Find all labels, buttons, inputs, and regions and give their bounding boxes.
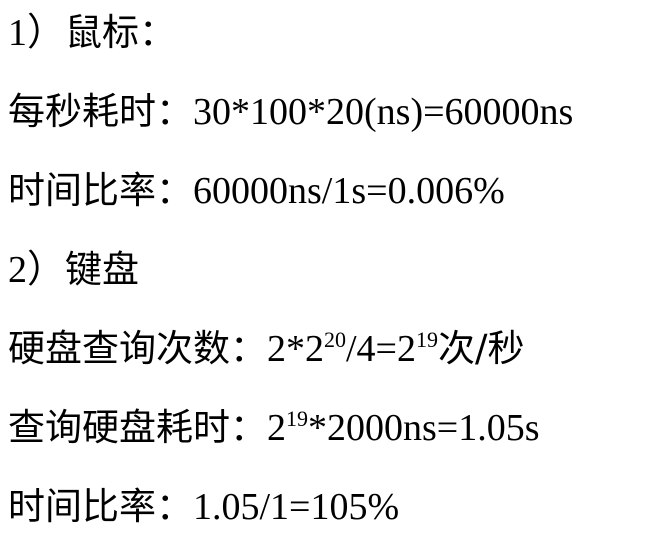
expr-part: 2 [267,407,286,449]
disk-time-line: 查询硬盘耗时：219*2000ns=1.05s [8,401,668,480]
expr-part: /4=2 [346,328,416,370]
section-title: 鼠标： [65,11,177,54]
line-label: 时间比率： [8,169,193,212]
expr-part: 2*2 [267,328,324,370]
unit-label: 次/秒 [438,327,525,370]
section-number: 1） [8,12,66,54]
line-label: 硬盘查询次数： [8,327,267,370]
mouse-time-line: 每秒耗时：30*100*20(ns)=60000ns [8,85,668,164]
keyboard-heading: 2）键盘 [8,243,668,322]
line-label: 查询硬盘耗时： [8,406,267,449]
section-number: 2） [8,249,66,291]
exponent: 20 [324,327,346,352]
line-expression: 30*100*20(ns)=60000ns [193,91,574,133]
exponent: 19 [286,406,308,431]
mouse-heading: 1）鼠标： [8,6,668,85]
mouse-ratio-line: 时间比率：60000ns/1s=0.006% [8,164,668,243]
line-expression: 1.05/1=105% [193,486,400,528]
document-body: 1）鼠标： 每秒耗时：30*100*20(ns)=60000ns 时间比率：60… [8,6,668,559]
line-label: 每秒耗时： [8,90,193,133]
line-label: 时间比率： [8,485,193,528]
section-title: 键盘 [65,248,140,291]
exponent: 19 [416,327,438,352]
expr-part: *2000ns=1.05s [308,407,540,449]
disk-ratio-line: 时间比率：1.05/1=105% [8,480,668,559]
disk-queries-line: 硬盘查询次数：2*220/4=219次/秒 [8,322,668,401]
line-expression: 60000ns/1s=0.006% [193,170,505,212]
